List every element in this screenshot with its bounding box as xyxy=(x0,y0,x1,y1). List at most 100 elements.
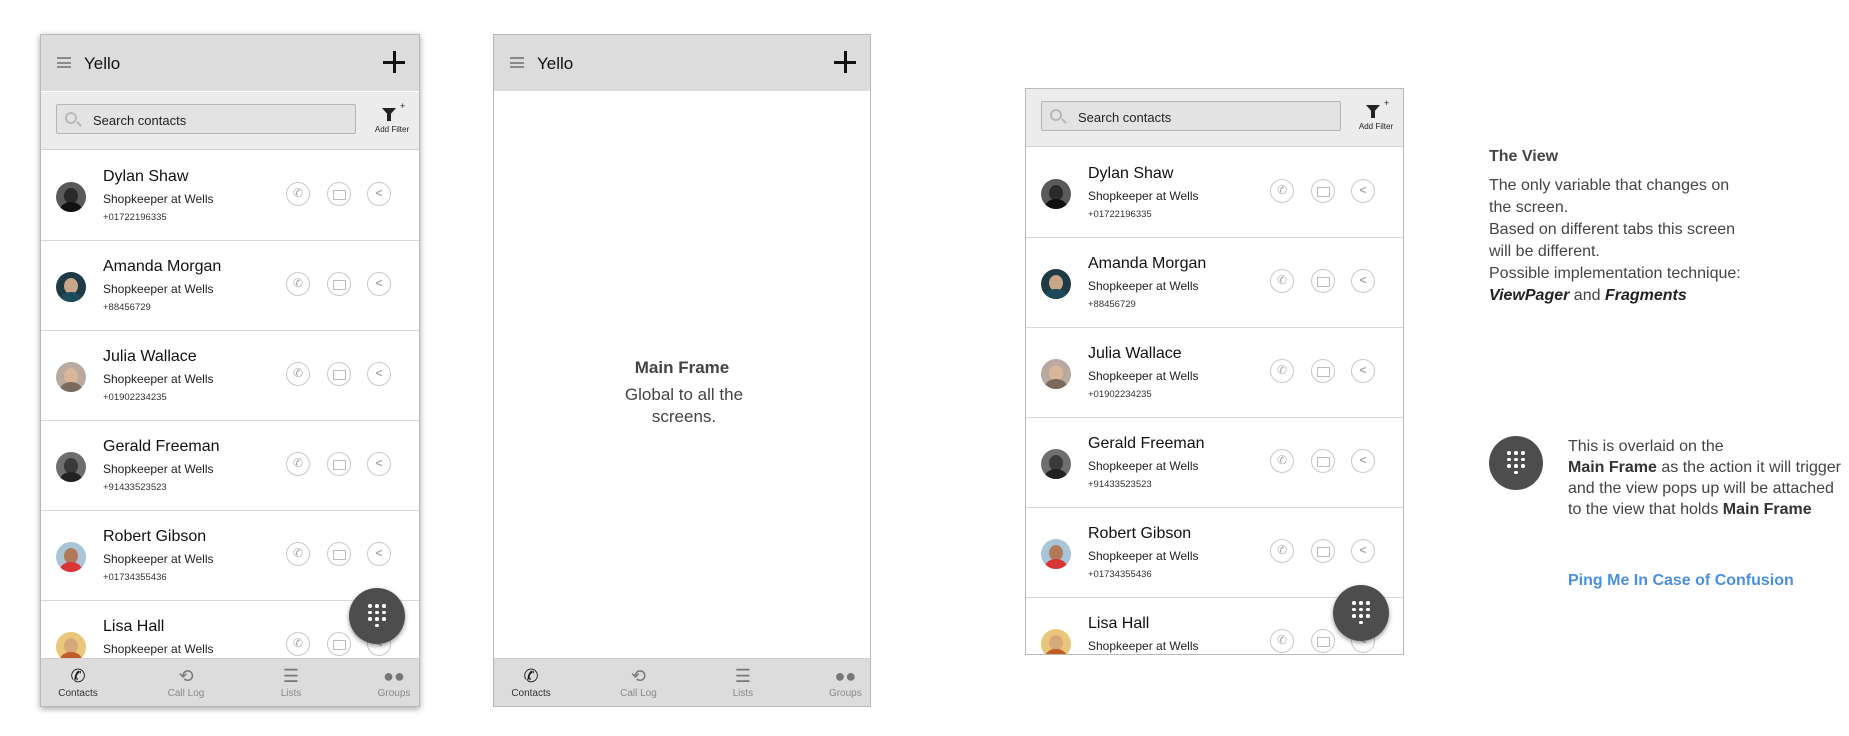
message-icon[interactable] xyxy=(1311,539,1335,563)
search-bar: Search contacts + Add Filter xyxy=(1026,89,1403,147)
tab-label: Lists xyxy=(732,688,754,699)
contact-name: Robert Gibson xyxy=(103,528,207,545)
contact-row[interactable]: Julia Wallace Shopkeeper at Wells +0190223… xyxy=(41,331,419,421)
tab-contacts[interactable]: ✆ Contacts xyxy=(41,659,123,706)
avatar xyxy=(1041,269,1071,299)
share-icon[interactable] xyxy=(367,182,391,206)
search-input[interactable]: Search contacts xyxy=(56,104,356,134)
message-icon[interactable] xyxy=(327,362,351,386)
call-icon[interactable] xyxy=(286,542,310,566)
message-icon[interactable] xyxy=(1311,359,1335,383)
contact-title: Shopkeeper at Wells xyxy=(1088,639,1199,653)
call-icon[interactable] xyxy=(1270,629,1294,653)
contact-row[interactable]: Robert Gibson Shopkeeper at Wells +0173435… xyxy=(1026,508,1403,598)
contact-row[interactable]: Gerald Freeman Shopkeeper at Wells +914335… xyxy=(41,421,419,511)
list-icon: ☰ xyxy=(282,666,300,686)
call-icon[interactable] xyxy=(1270,179,1294,203)
contact-title: Shopkeeper at Wells xyxy=(1088,189,1199,203)
main-frame-term: Main Frame xyxy=(1722,501,1812,518)
share-icon[interactable] xyxy=(367,452,391,476)
menu-icon[interactable] xyxy=(510,57,524,68)
message-icon[interactable] xyxy=(1311,629,1335,653)
tab-lists[interactable]: ☰ Lists xyxy=(698,659,788,706)
tab-label: Groups xyxy=(828,688,862,699)
tab-contacts[interactable]: ✆ Contacts xyxy=(494,659,576,706)
contact-actions xyxy=(1270,179,1385,203)
call-icon[interactable] xyxy=(1270,359,1294,383)
app-title: Yello xyxy=(537,54,574,73)
add-contact-icon[interactable] xyxy=(383,51,405,73)
add-filter-button[interactable]: + Add Filter xyxy=(371,101,413,134)
contact-row[interactable]: Robert Gibson Shopkeeper at Wells +0173435… xyxy=(41,511,419,601)
contact-phone: +01902234235 xyxy=(103,392,167,403)
message-icon[interactable] xyxy=(1311,179,1335,203)
tab-label: Contacts xyxy=(58,688,98,699)
dialpad-fab[interactable] xyxy=(1333,585,1389,641)
contact-actions xyxy=(1270,449,1385,473)
search-input[interactable]: Search contacts xyxy=(1041,101,1341,131)
contact-name: Amanda Morgan xyxy=(1088,255,1207,272)
contact-row[interactable]: Gerald Freeman Shopkeeper at Wells +914335… xyxy=(1026,418,1403,508)
contact-row[interactable]: Dylan Shaw Shopkeeper at Wells +0172219633… xyxy=(41,151,419,241)
tab-groups[interactable]: ●● Groups xyxy=(349,659,419,706)
avatar xyxy=(56,452,86,482)
contact-name: Gerald Freeman xyxy=(1088,435,1205,452)
tab-call-log[interactable]: ⟲ Call Log xyxy=(593,659,683,706)
share-icon[interactable] xyxy=(367,542,391,566)
contacts-screen-mockup: Yello Search contacts + Add Filter Dylan… xyxy=(40,34,420,707)
dialpad-fab[interactable] xyxy=(349,588,405,644)
add-filter-button[interactable]: + Add Filter xyxy=(1355,98,1397,131)
message-icon[interactable] xyxy=(1311,269,1335,293)
contact-phone: +88456729 xyxy=(103,302,151,313)
share-icon[interactable] xyxy=(1351,539,1375,563)
contact-title: Shopkeeper at Wells xyxy=(103,372,214,386)
contact-phone: +01722196335 xyxy=(103,212,167,223)
tab-groups[interactable]: ●● Groups xyxy=(800,659,870,706)
contact-title: Shopkeeper at Wells xyxy=(103,642,214,656)
message-icon[interactable] xyxy=(327,542,351,566)
call-icon[interactable] xyxy=(1270,539,1294,563)
overlay-description: This is overlaid on the Main Frame as th… xyxy=(1568,436,1848,520)
share-icon[interactable] xyxy=(367,362,391,386)
main-frame-subtitle: Global to all the screens. xyxy=(624,385,744,426)
contact-row[interactable]: Dylan Shaw Shopkeeper at Wells +0172219633… xyxy=(1026,148,1403,238)
history-icon: ⟲ xyxy=(630,666,647,686)
tab-call-log[interactable]: ⟲ Call Log xyxy=(141,659,231,706)
message-icon[interactable] xyxy=(1311,449,1335,473)
share-icon[interactable] xyxy=(367,272,391,296)
contact-row[interactable]: Julia Wallace Shopkeeper at Wells +0190223… xyxy=(1026,328,1403,418)
add-contact-icon[interactable] xyxy=(834,51,856,73)
call-icon[interactable] xyxy=(286,362,310,386)
message-icon[interactable] xyxy=(327,182,351,206)
avatar xyxy=(1041,629,1071,654)
ping-me-link[interactable]: Ping Me In Case of Confusion xyxy=(1568,572,1794,590)
main-frame-title: Main Frame xyxy=(634,358,730,377)
contact-row[interactable]: Amanda Morgan Shopkeeper at Wells +8845672… xyxy=(41,241,419,331)
call-icon[interactable] xyxy=(1270,269,1294,293)
view-description: The only variable that changes on the sc… xyxy=(1489,175,1749,307)
call-icon[interactable] xyxy=(286,272,310,296)
call-icon[interactable] xyxy=(286,182,310,206)
message-icon[interactable] xyxy=(327,452,351,476)
view-text-1: The only variable that changes on the sc… xyxy=(1489,177,1730,216)
call-icon[interactable] xyxy=(286,452,310,476)
call-icon[interactable] xyxy=(286,632,310,656)
message-icon[interactable] xyxy=(327,272,351,296)
bottom-tab-bar: ✆ Contacts ⟲ Call Log ☰ Lists ●● Groups xyxy=(41,658,419,706)
share-icon[interactable] xyxy=(1351,449,1375,473)
dialpad-icon xyxy=(368,604,387,628)
main-frame-term: Main Frame xyxy=(1568,459,1657,476)
menu-icon[interactable] xyxy=(57,57,71,68)
contact-title: Shopkeeper at Wells xyxy=(1088,369,1199,383)
tab-lists[interactable]: ☰ Lists xyxy=(246,659,336,706)
call-icon[interactable] xyxy=(1270,449,1294,473)
groups-icon: ●● xyxy=(383,666,405,686)
contact-phone: +01902234235 xyxy=(1088,389,1152,400)
share-icon[interactable] xyxy=(1351,269,1375,293)
search-icon xyxy=(1050,109,1062,121)
main-frame-area: Main Frame Global to all the screens. xyxy=(494,92,870,659)
message-icon[interactable] xyxy=(327,632,351,656)
share-icon[interactable] xyxy=(1351,359,1375,383)
contact-row[interactable]: Amanda Morgan Shopkeeper at Wells +8845672… xyxy=(1026,238,1403,328)
share-icon[interactable] xyxy=(1351,179,1375,203)
